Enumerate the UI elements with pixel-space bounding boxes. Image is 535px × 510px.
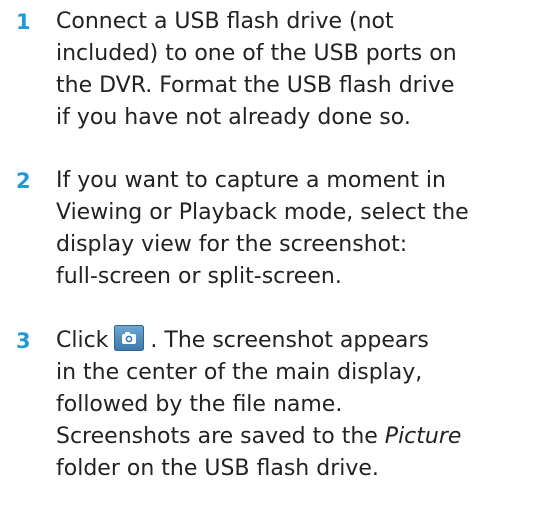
step-text: Connect a USB flash drive (not included)… — [56, 6, 534, 134]
text-line: Screenshots are saved to the Picture — [56, 421, 534, 453]
step-number: 3 — [16, 329, 31, 353]
step-text: Click . The screenshot appears in the ce… — [56, 325, 534, 485]
step-number: 2 — [16, 169, 31, 193]
text-line: included) to one of the USB ports on — [56, 41, 457, 66]
text-after-icon: . The screenshot appears — [150, 328, 429, 353]
step-text: If you want to capture a moment in Viewi… — [56, 165, 534, 293]
text-line: if you have not already done so. — [56, 105, 411, 130]
text-line: If you want to capture a moment in — [56, 168, 446, 193]
text-line: display view for the screenshot: — [56, 232, 408, 257]
text-line: in the center of the main display, — [56, 360, 423, 385]
text-line: Viewing or Playback mode, select the — [56, 200, 469, 225]
text-segment: Screenshots are saved to the — [56, 424, 378, 449]
camera-icon — [114, 325, 145, 351]
text-line: the DVR. Format the USB flash drive — [56, 73, 455, 98]
text-line: folder on the USB flash drive. — [56, 456, 379, 481]
text-line: followed by the file name. — [56, 392, 343, 417]
text-line: full-screen or split-screen. — [56, 264, 342, 289]
text-line: Connect a USB flash drive (not — [56, 9, 394, 34]
click-word: Click — [56, 328, 109, 353]
text-line: Click . The screenshot appears — [56, 325, 534, 357]
picture-folder-name: Picture — [384, 424, 462, 449]
step-number: 1 — [16, 10, 31, 34]
